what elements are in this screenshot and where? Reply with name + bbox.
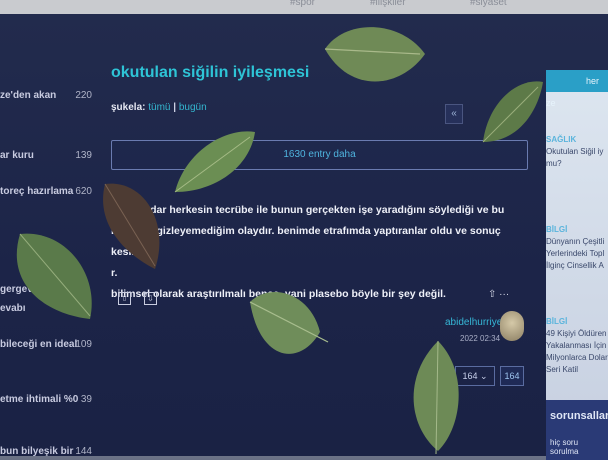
top-channel-bar: #spor #ilişkiler #siyaset [0,0,608,14]
headline-line: Milyonlarca Dolar [546,353,608,362]
leaf-overlay [249,292,329,354]
leaf-overlay [482,81,543,143]
leaf-overlay [324,27,425,82]
entry-line: r. [111,267,118,279]
sorunsallar-box[interactable]: sorunsallar hiç soru sorulma [546,400,608,460]
leaf-overlay [16,233,92,319]
leaf-overlay [174,131,255,193]
channel-link-iliskiler[interactable]: #ilişkiler [370,0,406,8]
sidebar-topic-count: 39 [80,394,92,405]
leaf-overlay [413,340,459,455]
sidebar-topic-count: 144 [75,446,92,457]
pager-prev-button[interactable]: « [445,104,463,124]
headline-line: Yakalanması İçin [546,341,607,350]
filter-label: şukela: [111,102,146,113]
browser-screen: ze'den akan 220 ar kuru 139 toreç hazırlam… [0,14,608,460]
sidebar-topic-count: 620 [75,186,92,197]
filter-today-link[interactable]: bugün [179,102,207,113]
headline-tag: BİLGİ [546,225,568,234]
entry-line: d ine kadar herkesin tecrübe ile bunun g… [111,204,505,216]
share-menu[interactable]: ⇧ ··· [488,289,509,300]
channel-link-spor[interactable]: #spor [290,0,315,8]
downvote-icon[interactable]: ⇩ [144,292,157,305]
right-panel: her ze SAĞLIK Okutulan Siğil iy mu? BİLG… [546,70,608,460]
sidebar-topic-count: 139 [75,150,92,161]
sidebar-topic-count: 109 [75,339,92,350]
right-panel-header: her ze [546,70,608,108]
headline-tag: SAĞLIK [546,135,577,144]
entry-line: kınlığımı gizleyemediğim olaydır. benimd… [111,225,501,258]
leaf-overlay [103,183,160,269]
filter-separator: | [173,102,177,113]
sidebar-topic-label: bun bilyeşik bir [0,446,74,457]
headline-line: Seri Katil [546,365,579,374]
page-total-button[interactable]: 164 [500,366,524,386]
headline-line: mu? [546,159,562,168]
headline-line: Yerlerindeki Topl [546,249,605,258]
topic-title[interactable]: okutulan siğilin iyileşmesi [111,64,309,82]
headline-line: Dünyanın Çeşitli [546,237,605,246]
filter-bar: şukela: tümü | bugün [111,102,207,113]
headline-line: Okutulan Siğil iy [546,147,604,156]
channel-link-siyaset[interactable]: #siyaset [470,0,507,8]
headline-tag: BİLGİ [546,317,568,326]
upvote-icon[interactable]: ⇧ [118,292,131,305]
sidebar-topic-label: etme ihtimali %0 [0,394,79,405]
sidebar-topic-label: toreç hazırlama [0,186,74,197]
sorunsallar-subtitle: hiç soru sorulma [550,438,579,456]
headline-card[interactable]: BİLGİ 49 Kişiyi Öldüren Yakalanması İçin… [546,316,608,376]
sidebar-topic-label: ar kuru [0,150,34,161]
headline-line: İlginç Cinsellik A [546,261,604,270]
sidebar-topic-label: ze'den akan [0,90,57,101]
headline-card[interactable]: SAĞLIK Okutulan Siğil iy mu? [546,134,608,170]
filter-all-link[interactable]: tümü [148,102,170,113]
headline-line: 49 Kişiyi Öldüren [546,329,607,338]
author-avatar[interactable] [500,311,524,341]
sidebar-topic-label: bileceği en ideal [0,339,78,350]
entry-author-link[interactable]: abidelhurriyet [445,317,505,328]
sidebar-topic-count: 220 [75,90,92,101]
sorunsallar-title: sorunsallar [550,410,608,422]
headline-card[interactable]: BİLGİ Dünyanın Çeşitli Yerlerindeki Topl… [546,224,608,272]
